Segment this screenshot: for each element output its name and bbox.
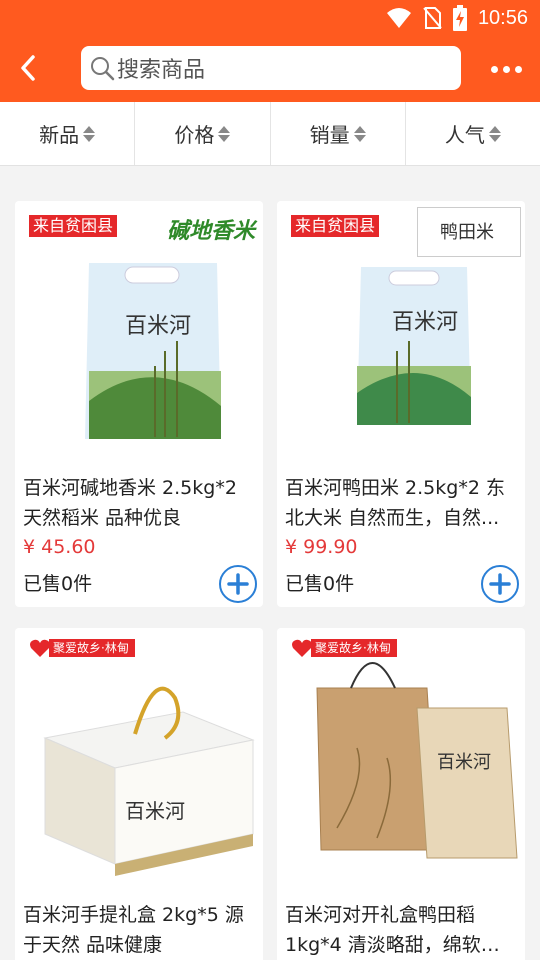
product-sold-count: 已售0件: [285, 573, 355, 595]
sort-arrows-icon: [353, 125, 366, 142]
back-button[interactable]: [10, 50, 46, 86]
dot-icon: [490, 65, 498, 73]
sort-tab-sales[interactable]: 销量: [271, 102, 406, 165]
sort-tab-label: 新品: [39, 123, 80, 147]
product-image: 百米河 聚爱故乡·林甸: [15, 628, 263, 886]
sort-arrows-icon: [83, 125, 96, 142]
dot-icon: [502, 65, 510, 73]
status-icons: 10:56: [386, 4, 528, 32]
product-price: ¥ 45.60: [23, 536, 96, 558]
gift-bag-image: 百米河: [316, 662, 518, 859]
product-card[interactable]: 百米河 来自贫困县 鸭田米 百米河鸭田米 2.5kg*2 东北大米 自然而生，自…: [277, 201, 525, 607]
sort-tab-label: 人气: [444, 123, 485, 147]
heart-icon: [292, 639, 312, 657]
gift-box-image: 百米河: [43, 686, 255, 876]
search-input[interactable]: 搜索商品: [81, 46, 461, 90]
heart-icon: [30, 639, 50, 657]
battery-charging-icon: [452, 5, 467, 31]
product-image: 百米河 聚爱故乡·林甸: [277, 628, 525, 886]
brand-stamp-image: 鸭田米: [417, 207, 521, 257]
bag-brand-text: 百米河: [437, 752, 491, 773]
poverty-county-badge: 来自贫困县: [291, 215, 380, 237]
sort-arrows-icon: [218, 125, 231, 142]
brand-label: 碱地香米: [166, 218, 255, 244]
sort-tab-price[interactable]: 价格: [135, 102, 271, 165]
app-header: 搜索商品: [0, 36, 540, 102]
plus-icon: [489, 573, 511, 595]
status-time: 10:56: [477, 6, 528, 29]
sort-tab-label: 销量: [309, 123, 350, 147]
dot-icon: [514, 65, 522, 73]
add-to-cart-button[interactable]: [219, 565, 257, 603]
bag-brand-text: 百米河: [125, 314, 191, 339]
product-card[interactable]: 百米河 来自贫困县 碱地香米 百米河碱地香米 2.5kg*2 天然稻米 品种优良…: [15, 201, 263, 607]
hometown-badge: 聚爱故乡·林甸: [29, 638, 135, 658]
product-title: 百米河鸭田米 2.5kg*2 东北大米 自然而生，自然...: [285, 477, 505, 529]
box-brand-text: 百米河: [125, 799, 185, 823]
product-card[interactable]: 百米河 聚爱故乡·林甸 百米河手提礼盒 2kg*5 源于天然 品味健康: [15, 628, 263, 960]
back-arrow-icon: [21, 55, 35, 81]
product-image: 百米河 来自贫困县 鸭田米: [277, 201, 525, 459]
more-options-button[interactable]: [486, 54, 526, 84]
plus-icon: [227, 573, 249, 595]
product-sold-count: 已售0件: [23, 573, 93, 595]
poverty-county-badge: 来自贫困县: [29, 215, 118, 237]
product-title: 百米河碱地香米 2.5kg*2 天然稻米 品种优良: [23, 477, 237, 529]
sort-bar: 新品 价格 销量 人气: [0, 102, 540, 166]
no-sim-icon: [423, 7, 442, 29]
sort-arrows-icon: [488, 125, 501, 142]
wifi-icon: [386, 8, 411, 28]
product-image: 百米河 来自贫困县 碱地香米: [15, 201, 263, 459]
sort-tab-new[interactable]: 新品: [0, 102, 136, 165]
sort-tab-popularity[interactable]: 人气: [406, 102, 540, 165]
status-bar: 10:56: [0, 0, 540, 36]
search-placeholder: 搜索商品: [117, 58, 206, 83]
product-title: 百米河手提礼盒 2kg*5 源于天然 品味健康: [23, 904, 244, 956]
brand-stamp-text: 鸭田米: [440, 222, 494, 243]
search-icon: [91, 57, 115, 81]
product-price: ¥ 99.90: [285, 536, 358, 558]
product-card[interactable]: 百米河 聚爱故乡·林甸 百米河对开礼盒鸭田稻 1kg*4 清淡略甜，绵软略...: [277, 628, 525, 960]
sort-tab-label: 价格: [174, 123, 215, 147]
hometown-badge: 聚爱故乡·林甸: [291, 638, 397, 658]
product-title: 百米河对开礼盒鸭田稻 1kg*4 清淡略甜，绵软略...: [285, 904, 481, 956]
bag-brand-text: 百米河: [392, 310, 458, 335]
add-to-cart-button[interactable]: [481, 565, 519, 603]
